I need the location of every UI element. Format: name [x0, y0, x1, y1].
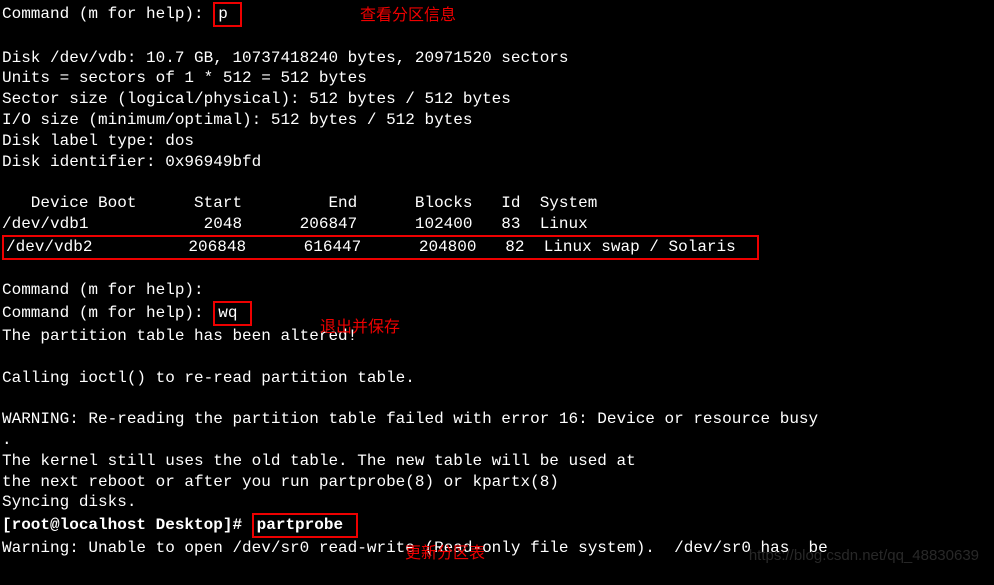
disk-info-line: Disk /dev/vdb: 10.7 GB, 10737418240 byte…: [2, 48, 992, 69]
disk-info-line: I/O size (minimum/optimal): 512 bytes / …: [2, 110, 992, 131]
disk-info-line: Disk identifier: 0x96949bfd: [2, 152, 992, 173]
altered-message: The partition table has been altered!: [2, 326, 992, 347]
warning-dot: .: [2, 430, 992, 451]
watermark: https://blog.csdn.net/qq_48830639: [749, 546, 979, 566]
partition-vdb2-highlight: /dev/vdb2 206848 616447 204800 82 Linux …: [2, 235, 759, 260]
blank-line: [2, 347, 992, 368]
disk-info-line: Disk label type: dos: [2, 131, 992, 152]
terminal-output: Command (m for help): p Disk /dev/vdb: 1…: [2, 2, 992, 559]
fdisk-prompt-line[interactable]: Command (m for help): p: [2, 2, 992, 27]
kernel-message: The kernel still uses the old table. The…: [2, 451, 992, 472]
partition-row: /dev/vdb1 2048 206847 102400 83 Linux: [2, 214, 992, 235]
fdisk-prompt-line[interactable]: Command (m for help): wq: [2, 301, 992, 326]
input-p-highlight: p: [213, 2, 242, 27]
fdisk-prompt: Command (m for help):: [2, 5, 213, 23]
fdisk-prompt: Command (m for help):: [2, 304, 213, 322]
ioctl-message: Calling ioctl() to re-read partition tab…: [2, 368, 992, 389]
blank-line: [2, 27, 992, 48]
partition-table-header: Device Boot Start End Blocks Id System: [2, 193, 992, 214]
kernel-message: the next reboot or after you run partpro…: [2, 472, 992, 493]
blank-line: [2, 260, 992, 281]
blank-line: [2, 172, 992, 193]
annotation-update-table: 更新分区表: [405, 544, 485, 565]
annotation-save-quit: 退出并保存: [320, 318, 400, 339]
shell-prompt: [root@localhost Desktop]#: [2, 516, 252, 534]
disk-info-line: Sector size (logical/physical): 512 byte…: [2, 89, 992, 110]
fdisk-prompt-empty: Command (m for help):: [2, 280, 992, 301]
disk-info-line: Units = sectors of 1 * 512 = 512 bytes: [2, 68, 992, 89]
input-wq-highlight: wq: [213, 301, 252, 326]
partition-row-highlighted: /dev/vdb2 206848 616447 204800 82 Linux …: [2, 235, 992, 260]
kernel-message: Syncing disks.: [2, 492, 992, 513]
input-partprobe-highlight: partprobe: [252, 513, 358, 538]
blank-line: [2, 388, 992, 409]
shell-prompt-line[interactable]: [root@localhost Desktop]# partprobe: [2, 513, 992, 538]
warning-message: WARNING: Re-reading the partition table …: [2, 409, 992, 430]
annotation-view-partition: 查看分区信息: [360, 6, 456, 27]
